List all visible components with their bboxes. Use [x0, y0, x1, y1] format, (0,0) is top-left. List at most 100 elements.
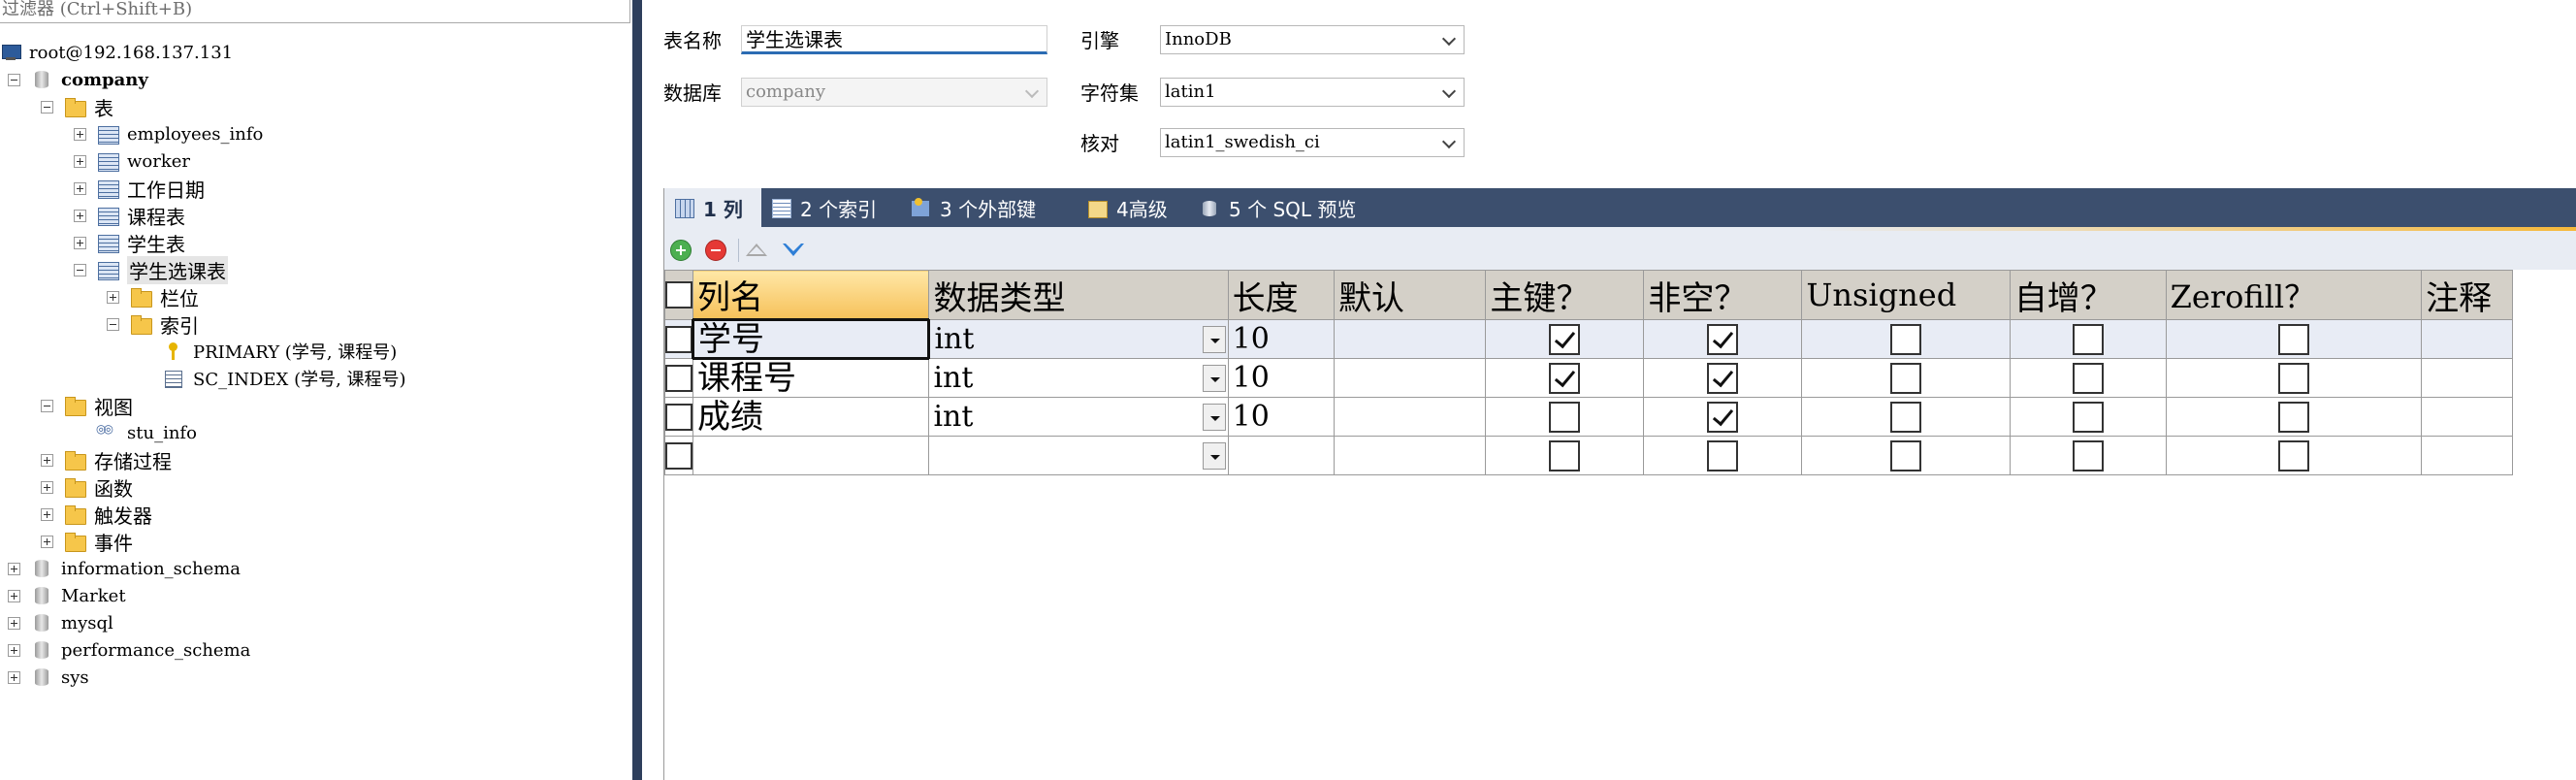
tab-columns[interactable]: 1 列 [664, 188, 761, 227]
not-null-cell[interactable] [1643, 319, 1803, 359]
dropdown-arrow-icon[interactable] [1202, 442, 1226, 470]
zerofill-checkbox[interactable] [2277, 362, 2309, 394]
add-column-icon[interactable] [670, 240, 692, 261]
primary-key-cell[interactable] [1485, 319, 1645, 359]
expand-icon[interactable] [74, 154, 86, 168]
collapse-icon[interactable] [41, 100, 53, 114]
tree-indexes-folder[interactable]: 索引 [107, 310, 199, 338]
column-header[interactable]: 注释 [2421, 270, 2513, 320]
tree-table-item[interactable]: worker [74, 147, 190, 175]
unsigned-cell[interactable] [1801, 436, 2011, 475]
tree-table-item[interactable]: 学生表 [74, 229, 185, 256]
row-select-cell[interactable] [663, 358, 694, 398]
column-header[interactable]: 主键？ [1485, 270, 1645, 320]
zerofill-checkbox[interactable] [2277, 439, 2309, 471]
column-header[interactable]: Zerofill？ [2165, 270, 2423, 320]
data-type-cell[interactable]: int [928, 358, 1229, 398]
auto-increment-cell[interactable] [2009, 358, 2167, 398]
table-row[interactable] [663, 436, 2513, 475]
dropdown-arrow-icon[interactable] [1202, 326, 1226, 353]
column-header[interactable]: Unsigned [1801, 270, 2011, 320]
tree-functions-folder[interactable]: 函数 [41, 473, 133, 501]
primary-key-cell[interactable] [1485, 358, 1645, 398]
row-select-checkbox[interactable] [665, 364, 692, 392]
tree-db-company[interactable]: company [8, 66, 148, 93]
collapse-icon[interactable] [41, 399, 53, 412]
dropdown-arrow-icon[interactable] [1202, 365, 1226, 392]
unsigned-cell[interactable] [1801, 358, 2011, 398]
primary-key-cell[interactable] [1485, 436, 1645, 475]
unsigned-cell[interactable] [1801, 397, 2011, 437]
table-row[interactable]: 课程号 int 10 [663, 358, 2513, 398]
column-name-cell[interactable]: 学号 [692, 318, 931, 360]
collation-select[interactable]: latin1_swedish_ci [1160, 128, 1465, 157]
auto-increment-cell[interactable] [2009, 319, 2167, 359]
charset-select[interactable]: latin1 [1160, 78, 1465, 107]
auto-increment-cell[interactable] [2009, 436, 2167, 475]
table-row[interactable]: 成绩 int 10 [663, 397, 2513, 437]
expand-icon[interactable] [8, 643, 20, 657]
default-cell[interactable] [1334, 358, 1487, 398]
expand-icon[interactable] [41, 535, 53, 548]
tree-db-item[interactable]: Market [8, 582, 126, 609]
unsigned-checkbox[interactable] [1890, 439, 1922, 471]
data-type-cell[interactable] [928, 436, 1229, 475]
column-header[interactable]: 长度 [1227, 270, 1336, 320]
column-name-cell[interactable]: 课程号 [692, 358, 930, 398]
collapse-icon[interactable] [8, 73, 20, 86]
row-select-cell[interactable] [663, 397, 694, 437]
expand-icon[interactable] [74, 127, 86, 141]
tree-index-item[interactable]: PRIMARY (学号, 课程号) [140, 338, 397, 365]
comment-cell[interactable] [2421, 397, 2513, 437]
tab-foreign-keys[interactable]: 3 个外部键 [901, 188, 1046, 227]
tree-columns-folder[interactable]: 栏位 [107, 283, 199, 310]
zerofill-cell[interactable] [2165, 358, 2423, 398]
primary-key-checkbox[interactable] [1549, 439, 1581, 471]
tree-triggers-folder[interactable]: 触发器 [41, 501, 152, 528]
move-up-icon[interactable] [746, 244, 767, 256]
unsigned-checkbox[interactable] [1890, 362, 1922, 394]
primary-key-checkbox[interactable] [1549, 323, 1581, 355]
not-null-checkbox[interactable] [1707, 362, 1739, 394]
table-row[interactable]: 学号 int 10 [663, 318, 2513, 360]
row-select-cell[interactable] [663, 436, 694, 475]
tree-table-item[interactable]: 课程表 [74, 202, 185, 229]
row-select-checkbox[interactable] [665, 325, 692, 353]
tree-table-item[interactable]: employees_info [74, 120, 263, 147]
primary-key-checkbox[interactable] [1549, 401, 1581, 433]
expand-icon[interactable] [8, 616, 20, 630]
default-cell[interactable] [1334, 436, 1487, 475]
tree-events-folder[interactable]: 事件 [41, 528, 133, 555]
auto-increment-checkbox[interactable] [2072, 401, 2104, 433]
select-all-cell[interactable] [663, 270, 694, 320]
data-type-cell[interactable]: int [928, 319, 1229, 359]
zerofill-cell[interactable] [2165, 319, 2423, 359]
delete-column-icon[interactable] [705, 240, 726, 261]
tree-procedures-folder[interactable]: 存储过程 [41, 446, 172, 473]
unsigned-checkbox[interactable] [1890, 323, 1922, 355]
tree-db-item[interactable]: sys [8, 664, 89, 691]
select-all-checkbox[interactable] [665, 281, 692, 309]
move-down-icon[interactable] [783, 244, 804, 256]
length-cell[interactable]: 10 [1227, 319, 1336, 359]
tree-index-item[interactable]: SC_INDEX (学号, 课程号) [140, 365, 406, 392]
comment-cell[interactable] [2421, 319, 2513, 359]
not-null-cell[interactable] [1643, 436, 1803, 475]
dropdown-arrow-icon[interactable] [1202, 404, 1226, 431]
comment-cell[interactable] [2421, 436, 2513, 475]
expand-icon[interactable] [74, 181, 86, 195]
zerofill-cell[interactable] [2165, 436, 2423, 475]
column-header[interactable]: 非空？ [1643, 270, 1803, 320]
expand-icon[interactable] [107, 290, 119, 304]
length-cell[interactable] [1227, 436, 1336, 475]
expand-icon[interactable] [74, 209, 86, 222]
zerofill-checkbox[interactable] [2277, 401, 2309, 433]
auto-increment-checkbox[interactable] [2072, 362, 2104, 394]
row-select-cell[interactable] [663, 319, 694, 359]
zerofill-checkbox[interactable] [2277, 323, 2309, 355]
auto-increment-checkbox[interactable] [2072, 439, 2104, 471]
engine-select[interactable]: InnoDB [1160, 25, 1465, 54]
not-null-checkbox[interactable] [1707, 439, 1739, 471]
column-name-cell[interactable] [692, 436, 930, 475]
column-name-cell[interactable]: 成绩 [692, 397, 930, 437]
